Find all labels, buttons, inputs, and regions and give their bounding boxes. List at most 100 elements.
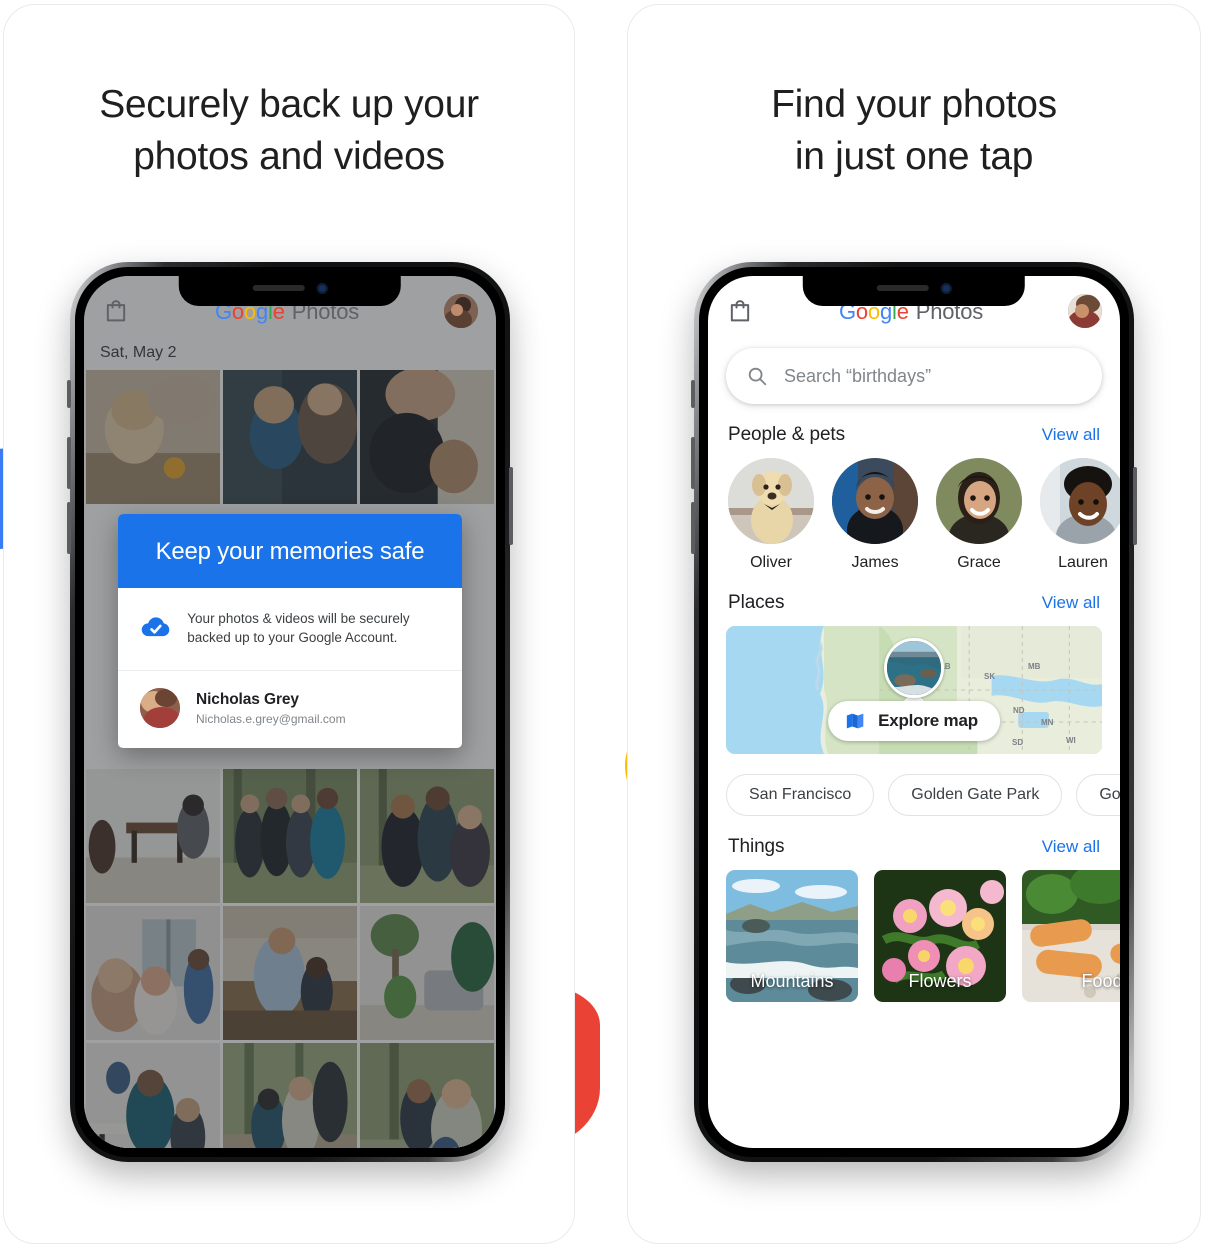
place-chip[interactable]: San Francisco: [726, 774, 875, 816]
person-face-james: [832, 458, 918, 544]
explore-map-button[interactable]: Explore map: [828, 701, 1000, 741]
map-region-label-mb: MB: [1028, 662, 1041, 671]
screenshot-stage: Securely back up your photos and videos: [0, 0, 1205, 1249]
profile-avatar-left[interactable]: [444, 294, 478, 328]
phone-mockup-right: Google Photos Search “birthdays” People …: [691, 262, 1137, 1162]
photos-date-header: Sat, May 2: [100, 344, 177, 361]
front-camera: [316, 282, 328, 294]
search-icon: [748, 367, 767, 386]
section-header-things: Things View all: [708, 816, 1120, 868]
section-header-places: Places View all: [708, 572, 1120, 624]
phone-mockup-left: Google Photos Sat, May 2 Keep your memor…: [67, 262, 513, 1162]
photo-thumbnail[interactable]: [86, 370, 220, 504]
search-placeholder: Search “birthdays”: [784, 365, 932, 386]
dialog-body-text: Your photos & videos will be securely ba…: [187, 611, 410, 645]
search-input[interactable]: Search “birthdays”: [726, 348, 1102, 404]
map-region-label-mn: MN: [1041, 718, 1054, 727]
cloud-check-icon: [141, 617, 170, 637]
thing-label: Mountains: [750, 971, 834, 991]
account-email: Nicholas.e.grey@gmail.com: [196, 711, 346, 726]
mute-switch[interactable]: [691, 380, 695, 408]
dialog-message-row: Your photos & videos will be securely ba…: [118, 588, 462, 670]
person-item[interactable]: James: [832, 458, 918, 572]
thing-card-food[interactable]: Food: [1022, 870, 1120, 1002]
shopping-bag-icon[interactable]: [102, 297, 130, 325]
headline-right-line1: Find your photos: [771, 83, 1057, 126]
backup-dialog: Keep your memories safe Your photos & vi…: [118, 514, 462, 748]
view-all-places-link[interactable]: View all: [1042, 593, 1100, 613]
dialog-title: Keep your memories safe: [118, 514, 462, 588]
photo-grid-left-lower: [84, 769, 496, 1148]
earpiece-speaker: [876, 285, 929, 291]
section-header-people: People & pets View all: [708, 404, 1120, 456]
person-name: Oliver: [750, 554, 792, 571]
profile-avatar-right[interactable]: [1068, 294, 1102, 328]
view-all-things-link[interactable]: View all: [1042, 837, 1100, 857]
pin-photo-thumbnail: [884, 638, 944, 698]
shopping-bag-icon[interactable]: [726, 297, 754, 325]
section-title-places: Places: [728, 592, 785, 613]
headline-left-line2: photos and videos: [133, 135, 445, 178]
person-face-lauren: [1040, 458, 1120, 544]
person-item[interactable]: Lauren: [1040, 458, 1120, 572]
dialog-account-row[interactable]: Nicholas Grey Nicholas.e.grey@gmail.com: [118, 671, 462, 748]
photo-thumbnail[interactable]: [223, 1043, 357, 1148]
front-camera: [940, 282, 952, 294]
photo-thumbnail[interactable]: [86, 769, 220, 903]
view-all-people-link[interactable]: View all: [1042, 425, 1100, 445]
headline-left: Securely back up your photos and videos: [4, 79, 574, 183]
map-region-label-nd: ND: [1013, 706, 1025, 715]
headline-right: Find your photos in just one tap: [628, 79, 1200, 183]
volume-down-button[interactable]: [67, 502, 71, 554]
place-chip[interactable]: Golden: [1076, 774, 1120, 816]
people-row: Oliver James Grace Lauren: [708, 456, 1120, 572]
place-chip-row: San Francisco Golden Gate Park Golden: [708, 754, 1120, 816]
photo-thumbnail[interactable]: [86, 1043, 220, 1148]
photo-thumbnail[interactable]: [360, 370, 494, 504]
photo-thumbnail[interactable]: [223, 370, 357, 504]
volume-down-button[interactable]: [691, 502, 695, 554]
volume-up-button[interactable]: [67, 437, 71, 489]
person-name: Lauren: [1058, 554, 1108, 571]
thing-label: Flowers: [908, 971, 972, 991]
photo-thumbnail[interactable]: [360, 906, 494, 1040]
map-icon: [846, 713, 864, 729]
photo-thumbnail[interactable]: [360, 769, 494, 903]
thing-label: Food: [1081, 971, 1120, 991]
map-region-label-sk: SK: [984, 672, 996, 681]
account-name: Nicholas Grey: [196, 690, 299, 708]
headline-right-line2: in just one tap: [794, 135, 1034, 178]
power-button[interactable]: [1133, 467, 1137, 545]
thing-card-flowers[interactable]: Flowers: [874, 870, 1006, 1002]
places-map-card[interactable]: AB SK MB ND MN WI SD Explore map: [726, 626, 1102, 754]
photo-thumbnail[interactable]: [360, 1043, 494, 1148]
map-photo-pin[interactable]: [884, 638, 944, 714]
photo-thumbnail[interactable]: [223, 769, 357, 903]
phone-left-screen: Google Photos Sat, May 2 Keep your memor…: [84, 276, 496, 1148]
photo-thumbnail[interactable]: [223, 906, 357, 1040]
phone-notch-left: [178, 276, 402, 306]
things-row: Mountains Flowers Food: [708, 868, 1120, 1002]
person-name: Grace: [957, 554, 1001, 571]
person-name: James: [851, 554, 899, 571]
photo-grid-left: [84, 370, 496, 504]
section-title-people: People & pets: [728, 424, 846, 445]
phone-notch-right: [802, 276, 1026, 306]
map-region-label-sd: SD: [1012, 738, 1024, 747]
explore-map-label: Explore map: [878, 711, 978, 730]
mute-switch[interactable]: [67, 380, 71, 408]
earpiece-speaker: [252, 285, 305, 291]
map-region-label-wi: WI: [1066, 736, 1076, 745]
place-chip[interactable]: Golden Gate Park: [888, 774, 1063, 816]
volume-up-button[interactable]: [691, 437, 695, 489]
thing-card-mountains[interactable]: Mountains: [726, 870, 858, 1002]
person-face-grace: [936, 458, 1022, 544]
power-button[interactable]: [509, 467, 513, 545]
account-avatar: [140, 688, 180, 728]
section-title-things: Things: [728, 836, 785, 857]
person-item[interactable]: Oliver: [728, 458, 814, 572]
photo-thumbnail[interactable]: [86, 906, 220, 1040]
person-item[interactable]: Grace: [936, 458, 1022, 572]
headline-left-line1: Securely back up your: [99, 83, 479, 126]
person-face-oliver: [728, 458, 814, 544]
